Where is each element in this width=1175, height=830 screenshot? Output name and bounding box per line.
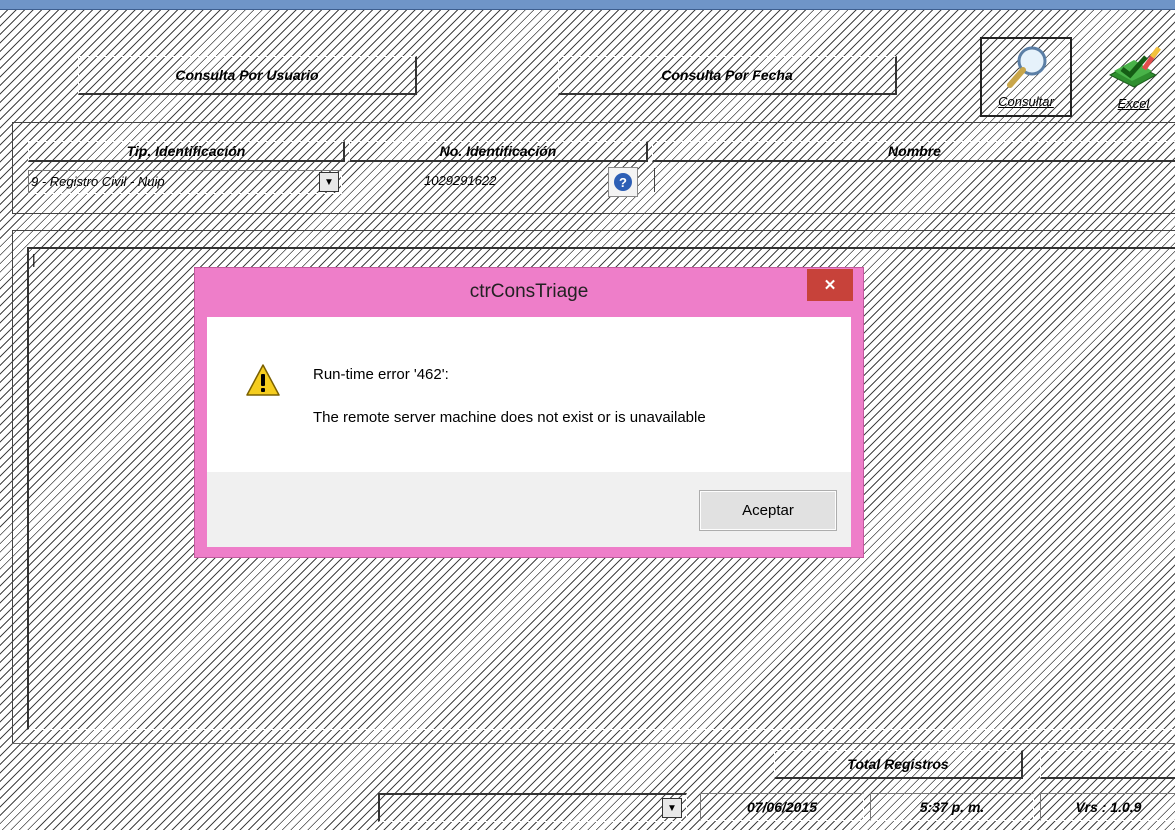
numero-identificacion-field[interactable]: 1029291622 <box>400 170 600 194</box>
tab-consulta-por-fecha-label: Consulta Por Fecha <box>661 67 793 83</box>
close-icon: ✕ <box>823 277 837 294</box>
status-time-text: 5:37 p. m. <box>919 799 985 815</box>
help-button[interactable]: ? <box>608 167 638 197</box>
tipo-identificacion-select[interactable]: 9 - Registro Civil - Nuip ▼ <box>28 170 342 194</box>
dialog-error-message: The remote server machine does not exist… <box>313 409 706 426</box>
header-nombre: Nombre <box>652 141 1175 162</box>
status-version-text: Vrs : 1.0.9 <box>1075 799 1142 815</box>
consultar-label: Consultar <box>998 94 1054 109</box>
results-cursor: | <box>32 251 36 267</box>
status-version: Vrs : 1.0.9 <box>1040 793 1175 821</box>
header-no-identificacion: No. Identificación <box>349 141 648 162</box>
header-nombre-label: Nombre <box>888 143 941 159</box>
dialog-error-code: Run-time error '462': <box>313 366 449 383</box>
help-icon: ? <box>614 173 632 191</box>
excel-icon <box>1108 46 1161 88</box>
tipo-identificacion-value: 9 - Registro Civil - Nuip <box>31 174 165 189</box>
excel-button[interactable]: Excel <box>1092 37 1175 117</box>
aceptar-button[interactable]: Aceptar <box>699 490 837 531</box>
status-date: 07/06/2015 <box>700 793 864 821</box>
warning-icon <box>246 364 280 396</box>
dialog-body: Run-time error '462': The remote server … <box>207 317 851 472</box>
magnifier-icon <box>1007 46 1047 88</box>
footer-combo[interactable]: ▼ <box>378 793 687 822</box>
nombre-field[interactable] <box>654 168 1175 192</box>
close-button[interactable]: ✕ <box>807 269 853 301</box>
status-time: 5:37 p. m. <box>870 793 1034 821</box>
dialog-title: ctrConsTriage <box>469 281 589 302</box>
total-registros-label-box: Total Registros <box>774 750 1023 779</box>
total-registros-value-box <box>1040 750 1175 779</box>
chevron-down-icon[interactable]: ▼ <box>319 172 339 192</box>
tab-consulta-por-fecha[interactable]: Consulta Por Fecha <box>558 56 897 95</box>
status-date-text: 07/06/2015 <box>746 799 818 815</box>
dialog-footer: Aceptar <box>207 472 851 547</box>
consultar-button[interactable]: Consultar <box>980 37 1072 117</box>
numero-identificacion-value: 1029291622 <box>424 173 497 188</box>
tab-consulta-por-usuario-label: Consulta Por Usuario <box>175 67 319 83</box>
chevron-down-icon[interactable]: ▼ <box>662 798 682 818</box>
excel-label: Excel <box>1117 96 1150 111</box>
window-top-bar <box>0 0 1175 10</box>
header-tip-identificacion: Tip. Identificación <box>28 141 345 162</box>
header-tip-identificacion-label: Tip. Identificación <box>126 143 246 159</box>
error-dialog: ctrConsTriage ✕ Run-time error '462': Th… <box>194 267 864 558</box>
total-registros-label: Total Registros <box>847 756 949 772</box>
tab-consulta-por-usuario[interactable]: Consulta Por Usuario <box>78 56 417 95</box>
header-no-identificacion-label: No. Identificación <box>439 143 557 159</box>
